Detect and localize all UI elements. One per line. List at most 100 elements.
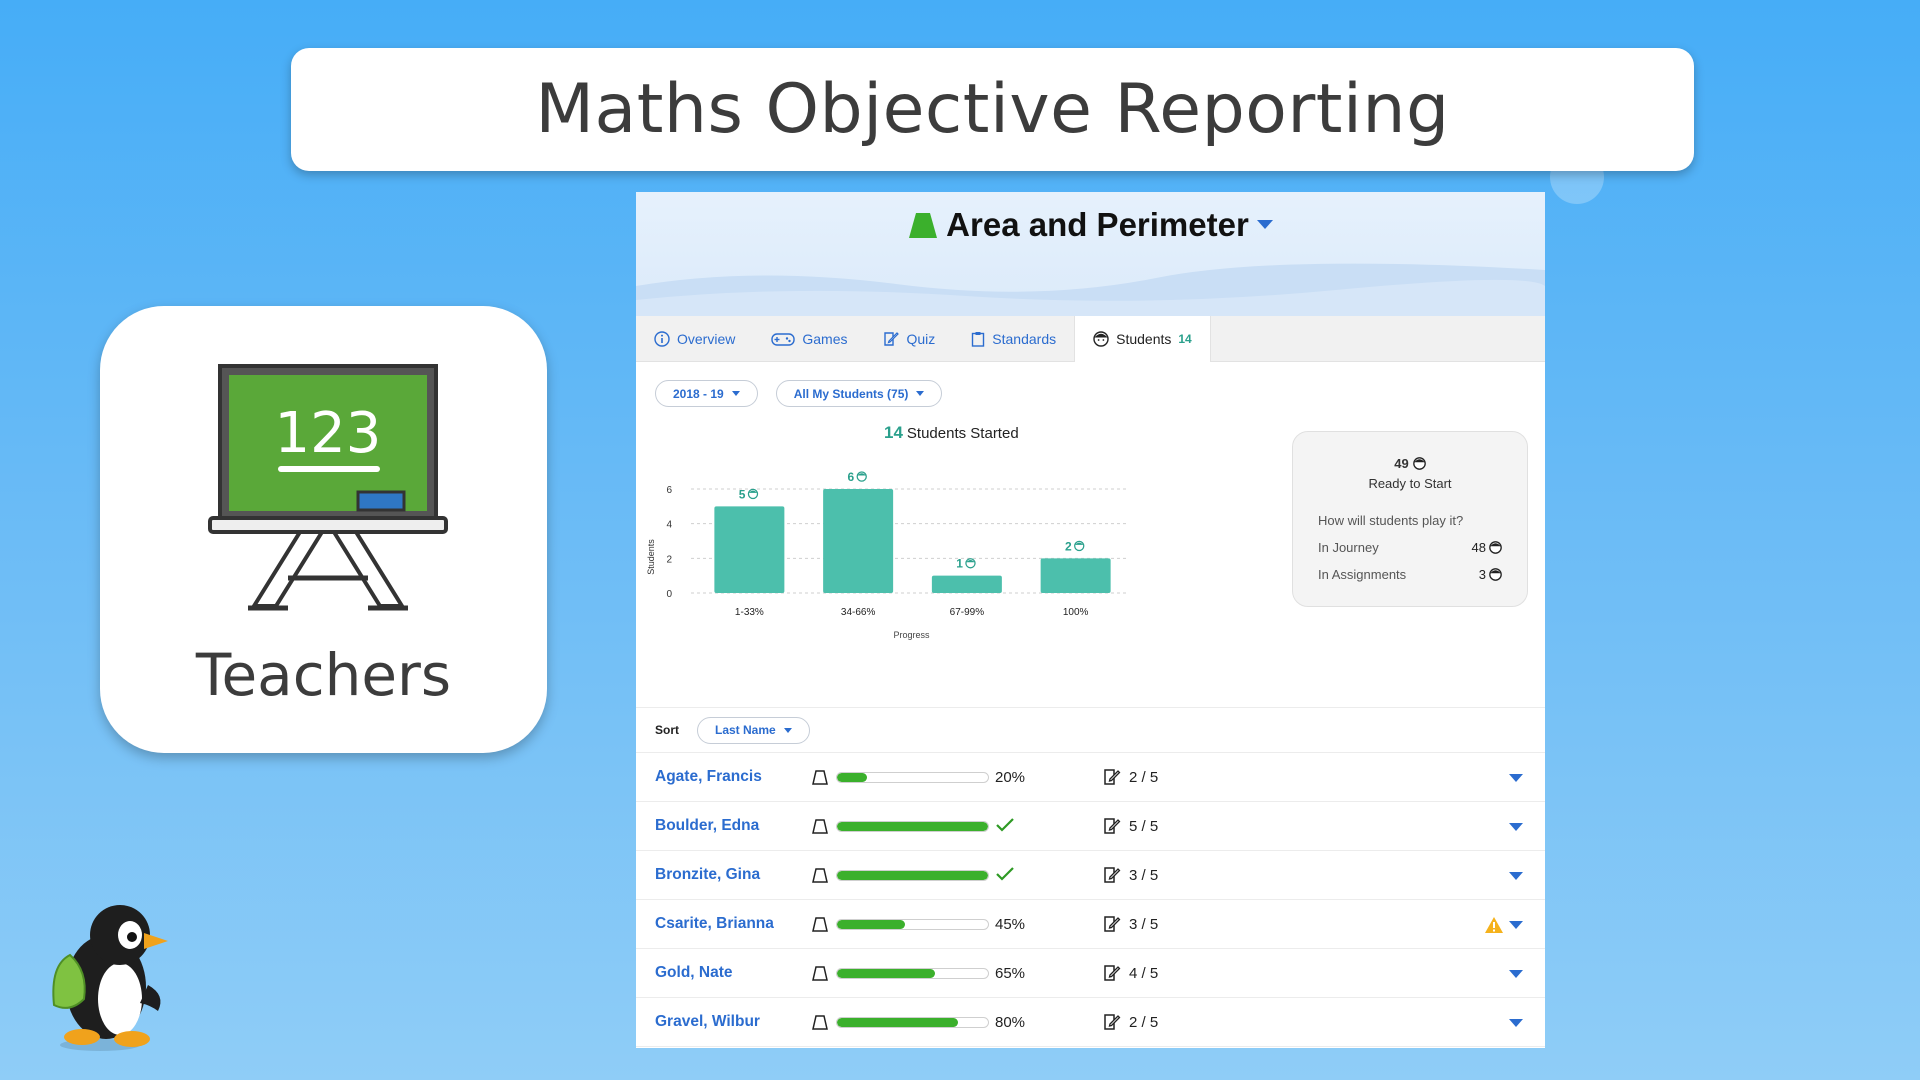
quiz-score: 2 / 5: [1129, 1013, 1159, 1031]
chevron-down-icon: [916, 391, 925, 396]
tab-games-label: Games: [802, 330, 848, 347]
topic-name: Area and Perimeter: [946, 206, 1249, 243]
sort-dropdown[interactable]: Last Name: [697, 716, 810, 744]
chevron-down-icon: [1256, 220, 1273, 229]
tab-games[interactable]: Games: [753, 316, 865, 361]
student-row[interactable]: Csarite, Brianna 45% 3 / 5: [636, 900, 1545, 949]
topic-selector[interactable]: Area and Perimeter: [636, 206, 1545, 244]
progress-bar-fill: [837, 1017, 958, 1027]
bar: [931, 575, 1002, 593]
chalkboard-icon: 123: [208, 364, 448, 611]
chevron-down-icon[interactable]: [1509, 774, 1523, 783]
quiz-icon: [884, 331, 900, 346]
assignments-label: In Assignments: [1318, 567, 1407, 582]
y-tick-label: 6: [666, 485, 672, 496]
progress-bar: [836, 967, 989, 979]
checkmark-icon: [996, 867, 1014, 881]
journey-row: In Journey 48: [1318, 540, 1502, 555]
quiz-score: 3 / 5: [1129, 866, 1159, 884]
students-started-count: 14: [884, 423, 903, 442]
student-group-value: All My Students (75): [793, 386, 909, 401]
quiz-score: 4 / 5: [1129, 964, 1159, 982]
student-face-icon: [1489, 568, 1502, 581]
student-group-dropdown[interactable]: All My Students (75): [775, 380, 943, 407]
student-name-link[interactable]: Csarite, Brianna: [655, 915, 774, 933]
y-tick-label: 2: [666, 554, 672, 565]
bar-value-label: 6: [847, 470, 854, 484]
student-row[interactable]: Gravel, Wilbur 80% 2 / 5: [636, 998, 1545, 1047]
student-row[interactable]: Boulder, Edna 5 / 5: [636, 802, 1545, 851]
tab-students[interactable]: Students 14: [1074, 316, 1211, 362]
tab-students-label: Students: [1116, 331, 1172, 347]
x-tick-label: 100%: [1063, 607, 1089, 618]
student-row[interactable]: Agate, Francis 20% 2 / 5: [636, 753, 1545, 802]
progress-percent: 20%: [995, 768, 1026, 786]
assignments-count: 3: [1478, 567, 1486, 582]
chevron-down-icon[interactable]: [1509, 872, 1523, 881]
tab-overview-label: Overview: [677, 330, 736, 347]
tab-overview[interactable]: Overview: [636, 316, 753, 361]
student-name-link[interactable]: Boulder, Edna: [655, 817, 759, 835]
tab-quiz[interactable]: Quiz: [865, 316, 953, 361]
topic-header: Area and Perimeter: [636, 192, 1545, 316]
quiz-icon: [1104, 867, 1121, 883]
student-face-icon: [1074, 540, 1085, 552]
topic-shape-icon: [812, 1015, 828, 1030]
progress-bar: [836, 771, 989, 783]
progress-bar-fill: [837, 821, 988, 831]
progress-bar-chart: 0 2 4 6 Students 5 1-33% 6 34-66% 1 67-99% 2 100% Pro…: [646, 470, 1126, 640]
bar-value-label: 2: [1065, 539, 1072, 553]
topic-shape-icon: [812, 819, 828, 834]
progress-bar: [836, 1016, 989, 1028]
sort-label: Sort: [655, 723, 679, 737]
sort-value: Last Name: [715, 723, 776, 737]
ready-count: 49: [1293, 456, 1527, 471]
progress-percent: 80%: [995, 1013, 1026, 1031]
student-face-icon: [856, 471, 867, 482]
student-row[interactable]: Gold, Nate 65% 4 / 5: [636, 949, 1545, 998]
student-name-link[interactable]: Gold, Nate: [655, 964, 733, 982]
chevron-down-icon[interactable]: [1509, 921, 1523, 930]
sort-bar: Sort Last Name: [636, 707, 1545, 753]
play-question: How will students play it?: [1318, 513, 1464, 528]
journey-value: 48: [1472, 540, 1502, 555]
student-face-icon: [1412, 457, 1426, 470]
x-axis-label: Progress: [893, 630, 930, 640]
bar: [823, 489, 894, 593]
topic-shape-icon: [812, 770, 828, 785]
filter-bar: 2018 - 19 All My Students (75): [636, 362, 1545, 407]
progress-bar: [836, 918, 989, 930]
gamepad-icon: [771, 332, 796, 346]
tab-standards-label: Standards: [992, 330, 1057, 347]
chart-title: 14 Students Started: [884, 423, 1019, 443]
quiz-icon: [1104, 965, 1121, 981]
clipboard-icon: [972, 331, 985, 347]
chevron-down-icon[interactable]: [1509, 1019, 1523, 1028]
quiz-score: 5 / 5: [1129, 817, 1159, 835]
student-face-icon: [965, 558, 976, 569]
progress-bar: [836, 820, 989, 832]
topic-shape-icon: [812, 917, 828, 932]
student-name-link[interactable]: Agate, Francis: [655, 768, 762, 786]
board-text: 123: [275, 401, 382, 466]
chevron-down-icon: [783, 727, 792, 733]
student-row[interactable]: Bronzite, Gina 3 / 5: [636, 851, 1545, 900]
teachers-label: Teachers: [195, 641, 452, 709]
chevron-down-icon[interactable]: [1509, 970, 1523, 979]
year-dropdown-value: 2018 - 19: [673, 386, 724, 401]
page-title: Maths Objective Reporting: [535, 70, 1450, 149]
warning-icon: [1485, 917, 1503, 933]
y-tick-label: 0: [666, 589, 672, 600]
bar: [1040, 558, 1111, 593]
progress-bar: [836, 869, 989, 881]
student-face-icon: [1489, 541, 1502, 554]
year-dropdown[interactable]: 2018 - 19: [655, 380, 758, 407]
student-name-link[interactable]: Bronzite, Gina: [655, 866, 760, 884]
student-name-link[interactable]: Gravel, Wilbur: [655, 1013, 760, 1031]
quiz-score: 3 / 5: [1129, 915, 1159, 933]
report-window: Area and Perimeter Overview Games Quiz S…: [636, 192, 1545, 1048]
tab-standards[interactable]: Standards: [953, 316, 1074, 361]
chevron-down-icon[interactable]: [1509, 823, 1523, 832]
students-started-label: Students Started: [906, 425, 1019, 442]
header-waves: [636, 263, 1545, 316]
